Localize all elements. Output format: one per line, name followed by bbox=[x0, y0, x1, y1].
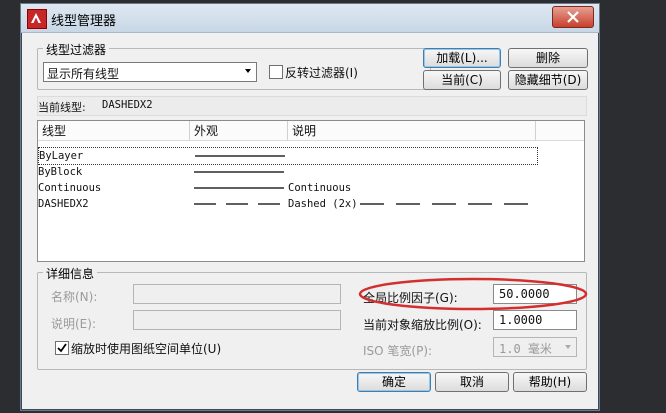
chevron-down-icon bbox=[565, 345, 571, 349]
description-dash-sample bbox=[360, 203, 532, 205]
iso-pen-label: ISO 笔宽(P): bbox=[363, 344, 433, 358]
load-button[interactable]: 加载(L)... bbox=[423, 48, 501, 68]
set-current-button[interactable]: 当前(C) bbox=[423, 70, 501, 90]
linetype-description: Dashed (2x) bbox=[288, 198, 358, 210]
linetype-name: ByLayer bbox=[39, 150, 84, 162]
chevron-down-icon bbox=[245, 69, 251, 73]
title-bar[interactable]: 线型管理器 bbox=[21, 4, 599, 33]
paper-units-label: 缩放时使用图纸空间单位(U) bbox=[71, 342, 222, 356]
linetype-name: Continuous bbox=[38, 182, 102, 194]
table-row[interactable]: ByLayer bbox=[38, 147, 538, 165]
table-row[interactable]: DASHEDX2 Dashed (2x) bbox=[38, 196, 584, 212]
linetype-name: ByBlock bbox=[38, 166, 83, 178]
linetype-preview-dashed bbox=[194, 203, 284, 205]
invert-filter-checkbox[interactable] bbox=[269, 65, 283, 79]
paper-units-checkbox[interactable] bbox=[55, 341, 69, 355]
close-icon bbox=[567, 11, 579, 23]
object-scale-input[interactable]: 1.0000 bbox=[493, 310, 577, 330]
hide-details-button[interactable]: 隐藏细节(D) bbox=[508, 70, 588, 90]
checkmark-icon bbox=[57, 343, 67, 353]
table-row[interactable]: ByBlock bbox=[38, 164, 536, 180]
linetype-list[interactable]: 线型 外观 说明 ByLayer ByBlock Continuous Cont… bbox=[37, 120, 585, 262]
column-header-spacer bbox=[536, 121, 584, 141]
table-row[interactable]: Continuous Continuous bbox=[38, 180, 536, 196]
linetype-preview-solid bbox=[194, 187, 284, 189]
autocad-app-icon bbox=[27, 9, 47, 29]
cancel-button[interactable]: 取消 bbox=[435, 372, 509, 392]
filter-select[interactable]: 显示所有线型 bbox=[43, 62, 257, 82]
current-linetype-value: DASHEDX2 bbox=[102, 99, 153, 111]
description-label: 说明(E): bbox=[51, 317, 96, 331]
linetype-name: DASHEDX2 bbox=[38, 198, 89, 210]
highlight-ellipse bbox=[358, 277, 588, 311]
name-field[interactable] bbox=[133, 284, 341, 304]
object-scale-label: 当前对象缩放比例(O): bbox=[363, 318, 482, 332]
column-header-appearance[interactable]: 外观 bbox=[190, 121, 288, 141]
window-title: 线型管理器 bbox=[51, 14, 117, 29]
column-header-linetype[interactable]: 线型 bbox=[38, 121, 190, 141]
invert-filter-label: 反转过滤器(I) bbox=[285, 66, 358, 80]
iso-pen-select[interactable]: 1.0 毫米 bbox=[493, 337, 577, 357]
name-label: 名称(N): bbox=[51, 290, 98, 304]
filter-select-value: 显示所有线型 bbox=[47, 67, 120, 81]
delete-button[interactable]: 删除 bbox=[508, 48, 588, 68]
help-button[interactable]: 帮助(H) bbox=[513, 372, 587, 392]
details-group-legend: 详细信息 bbox=[43, 265, 98, 282]
linetype-preview-solid bbox=[194, 171, 284, 173]
filter-group-legend: 线型过滤器 bbox=[43, 41, 110, 58]
current-linetype-bar: 当前线型: DASHEDX2 bbox=[37, 96, 587, 116]
linetype-preview-solid bbox=[195, 155, 285, 157]
linetype-manager-dialog: 线型管理器 线型过滤器 显示所有线型 反转过滤器(I) 加载(L)... 删除 … bbox=[20, 3, 600, 411]
iso-pen-value: 1.0 毫米 bbox=[499, 342, 552, 356]
object-scale-value: 1.0000 bbox=[499, 313, 543, 327]
ok-button[interactable]: 确定 bbox=[357, 372, 431, 392]
close-button[interactable] bbox=[552, 6, 594, 28]
current-linetype-label: 当前线型: bbox=[38, 101, 86, 114]
description-field[interactable] bbox=[133, 310, 341, 330]
column-header-description[interactable]: 说明 bbox=[288, 121, 536, 141]
linetype-description: Continuous bbox=[288, 182, 352, 194]
